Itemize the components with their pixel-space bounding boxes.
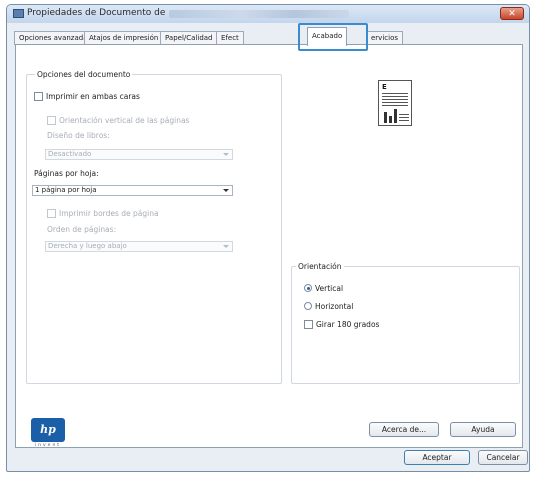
horizontal-label: Horizontal	[315, 302, 354, 311]
ok-button[interactable]: Aceptar	[404, 450, 470, 465]
pages-per-sheet-select[interactable]: 1 página por hoja	[32, 185, 233, 196]
help-button[interactable]: Ayuda	[450, 422, 516, 437]
chevron-down-icon	[223, 245, 229, 248]
print-page-borders-label: Imprimir bordes de página	[59, 209, 159, 218]
chevron-down-icon	[223, 153, 229, 156]
document-options-legend: Opciones del documento	[35, 70, 133, 79]
flip-pages-label: Orientación vertical de las páginas	[59, 116, 190, 125]
pages-per-sheet-value: 1 página por hoja	[35, 186, 97, 194]
page-preview-icon: E	[378, 80, 412, 126]
booklet-layout-select[interactable]: Desactivado	[45, 149, 233, 160]
flip-pages-checkbox[interactable]	[47, 116, 56, 125]
rotate-180-checkbox[interactable]	[304, 320, 313, 329]
vertical-radio[interactable]	[304, 284, 312, 292]
tab-paper-quality[interactable]: Papel/Calidad	[160, 31, 218, 45]
page-order-label: Orden de páginas:	[47, 225, 117, 234]
chevron-down-icon	[223, 189, 229, 192]
hp-logo: hp	[31, 418, 65, 442]
about-button[interactable]: Acerca de...	[369, 422, 439, 437]
page-order-value: Derecha y luego abajo	[48, 242, 127, 250]
tab-printing-shortcuts[interactable]: Atajos de impresión	[84, 31, 164, 45]
printer-icon	[13, 9, 24, 18]
page-order-select[interactable]: Derecha y luego abajo	[45, 241, 233, 252]
cancel-button[interactable]: Cancelar	[478, 450, 528, 465]
horizontal-radio[interactable]	[304, 302, 312, 310]
tab-effects[interactable]: Efect	[216, 31, 244, 45]
booklet-layout-value: Desactivado	[48, 150, 92, 158]
vertical-label: Vertical	[315, 284, 344, 293]
tab-services[interactable]: ervicios	[366, 31, 403, 45]
orientation-legend: Orientación	[296, 262, 344, 271]
tab-highlight	[298, 23, 368, 51]
print-both-sides-checkbox[interactable]	[34, 92, 43, 101]
print-both-sides-label: Imprimir en ambas caras	[46, 92, 140, 101]
close-button[interactable]: ✕	[500, 7, 524, 20]
pages-per-sheet-label: Páginas por hoja:	[34, 169, 99, 178]
window-title: Propiedades de Documento de	[27, 8, 166, 18]
printer-name-redacted	[169, 10, 349, 18]
title-bar[interactable]: Propiedades de Documento de ✕	[7, 5, 529, 23]
hp-invent-tagline: invent	[34, 443, 62, 448]
booklet-layout-label: Diseño de libros:	[47, 131, 110, 140]
print-page-borders-checkbox[interactable]	[47, 209, 56, 218]
rotate-180-label: Girar 180 grados	[316, 320, 380, 329]
